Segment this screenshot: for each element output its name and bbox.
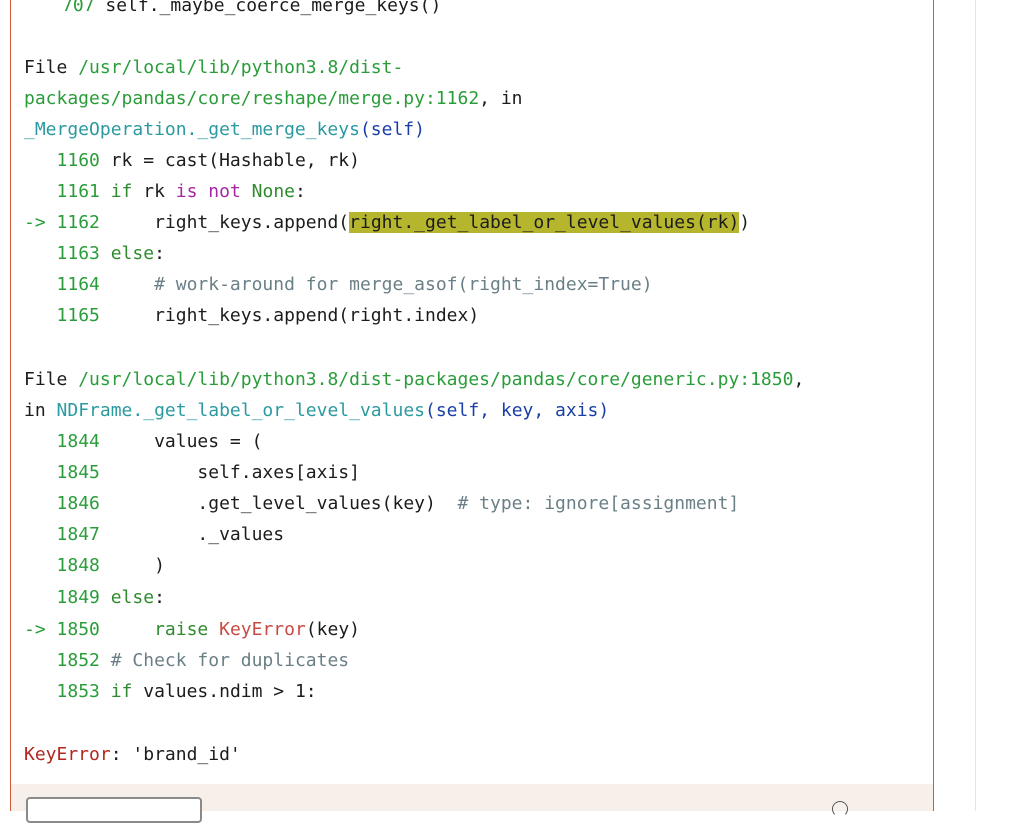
frame1-header-line2: packages/pandas/core/reshape/merge.py:11…	[24, 87, 523, 111]
line-number: 1844	[56, 431, 100, 452]
line-number: 1848	[56, 555, 100, 576]
scrollbar-track[interactable]	[975, 0, 1024, 811]
function-name: _MergeOperation._get_merge_keys	[24, 119, 360, 140]
in-keyword: in	[24, 400, 46, 421]
error-type: KeyError	[24, 744, 111, 765]
keyword-if: if	[110, 681, 133, 702]
line-number: 1849	[56, 587, 100, 608]
code-text: values.ndim > 1:	[132, 681, 317, 702]
code-text: rk	[132, 181, 176, 202]
error-class-name: KeyError	[219, 619, 306, 640]
comma: ,	[793, 369, 805, 390]
line-number: 1845	[56, 462, 100, 483]
code-line-1849: 1849 else:	[24, 586, 165, 610]
code-text: values = (	[110, 431, 263, 452]
line-number: 1164	[56, 274, 100, 295]
loading-icon	[832, 801, 848, 817]
code-line-1853: 1853 if values.ndim > 1:	[24, 680, 317, 704]
code-line-1164: 1164 # work-around for merge_asof(right_…	[24, 273, 653, 297]
frame2-header-line2: in NDFrame._get_label_or_level_values(se…	[24, 399, 609, 423]
line-number: 1853	[56, 681, 100, 702]
code-line-1844: 1844 values = (	[24, 430, 263, 454]
line-number: 1846	[56, 493, 100, 514]
frame1-header-line1: File /usr/local/lib/python3.8/dist-	[24, 56, 403, 80]
line-number: 1162	[56, 212, 100, 233]
file-path[interactable]: /usr/local/lib/python3.8/dist-packages/p…	[78, 369, 793, 390]
in-keyword: , in	[479, 88, 523, 109]
error-separator: :	[110, 744, 133, 765]
code-text: .get_level_values(key)	[110, 493, 458, 514]
code-line-1847: 1847 ._values	[24, 523, 285, 547]
code-line-1161: 1161 if rk is not None:	[24, 180, 306, 204]
code-line-1165: 1165 right_keys.append(right.index)	[24, 304, 480, 328]
file-path-cont[interactable]: packages/pandas/core/reshape/merge.py:11…	[24, 88, 479, 109]
error-message-line: KeyError: 'brand_id'	[24, 743, 241, 767]
frame1-header-line3: _MergeOperation._get_merge_keys(self)	[24, 118, 425, 142]
code-line-1846: 1846 .get_level_values(key) # type: igno…	[24, 492, 740, 516]
code-line-707: 707 self._maybe_coerce_merge_keys()	[62, 0, 441, 18]
code-text: raise	[110, 619, 220, 640]
code-text: :	[295, 181, 306, 202]
code-text: ._values	[110, 524, 285, 545]
keyword-is-not: is not	[175, 181, 241, 202]
code-text: )	[739, 212, 751, 233]
code-text: )	[110, 555, 165, 576]
line-number: 1852	[56, 650, 100, 671]
code-line-1852: 1852 # Check for duplicates	[24, 649, 350, 673]
line-number: 1165	[56, 305, 100, 326]
line-number: 1847	[56, 524, 100, 545]
code-text: :	[154, 587, 165, 608]
file-keyword: File	[24, 369, 68, 390]
keyword-else: else	[110, 587, 155, 608]
line-number: 1850	[56, 619, 100, 640]
line-number: 1161	[56, 181, 100, 202]
code-line-1162: -> 1162 right_keys.append(right._get_lab…	[24, 211, 750, 235]
code-text: self._maybe_coerce_merge_keys()	[105, 0, 442, 16]
code-text: self.axes[axis]	[110, 462, 360, 483]
code-line-1845: 1845 self.axes[axis]	[24, 461, 360, 485]
function-args: (self, key, axis)	[425, 400, 610, 421]
keyword-if: if	[110, 181, 133, 202]
code-comment: # work-around for merge_asof(right_index…	[110, 274, 653, 295]
line-number: 707	[62, 0, 95, 16]
code-comment: # Check for duplicates	[110, 650, 350, 671]
code-text: right_keys.append(right.index)	[110, 305, 480, 326]
code-comment: # type: ignore[assignment]	[457, 493, 740, 514]
function-args: (self)	[359, 119, 425, 140]
current-line-arrow: ->	[24, 619, 46, 640]
file-path[interactable]: /usr/local/lib/python3.8/dist-	[78, 57, 403, 78]
function-name: NDFrame._get_label_or_level_values	[56, 400, 425, 421]
code-text: rk = cast(Hashable, rk)	[110, 150, 360, 171]
highlighted-call: right._get_label_or_level_values(rk)	[349, 212, 740, 233]
code-text: right_keys.append(	[110, 212, 350, 233]
line-number: 1163	[56, 243, 100, 264]
error-message: 'brand_id'	[132, 744, 241, 765]
code-line-1848: 1848 )	[24, 554, 165, 578]
code-line-1160: 1160 rk = cast(Hashable, rk)	[24, 149, 360, 173]
code-line-1163: 1163 else:	[24, 242, 165, 266]
cell-input-box[interactable]	[26, 797, 202, 823]
code-text: :	[154, 243, 165, 264]
keyword-else: else	[110, 243, 155, 264]
keyword-none: None	[251, 181, 295, 202]
frame2-header-line1: File /usr/local/lib/python3.8/dist-packa…	[24, 368, 804, 392]
code-line-1850: -> 1850 raise KeyError(key)	[24, 618, 360, 642]
file-keyword: File	[24, 57, 68, 78]
current-line-arrow: ->	[24, 212, 46, 233]
line-number: 1160	[56, 150, 100, 171]
code-text: (key)	[305, 619, 360, 640]
